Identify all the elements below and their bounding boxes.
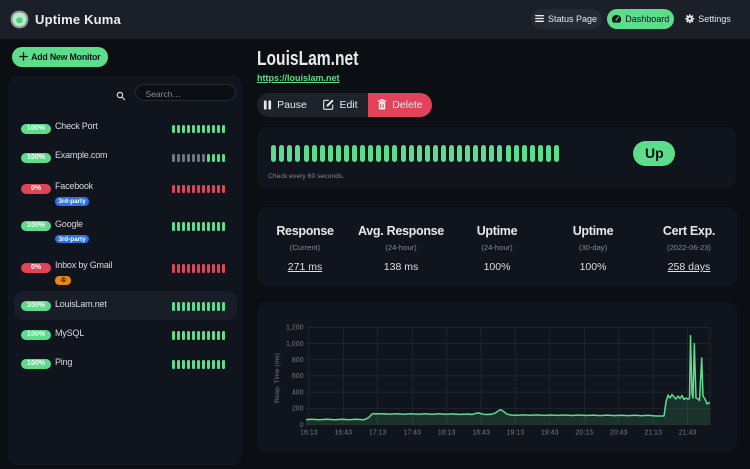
svg-text:1,200: 1,200 (286, 325, 304, 332)
svg-text:17:13: 17:13 (369, 430, 387, 437)
svg-text:18:13: 18:13 (438, 430, 456, 437)
svg-text:0: 0 (300, 422, 304, 429)
svg-text:21:43: 21:43 (679, 430, 697, 437)
svg-text:18:43: 18:43 (472, 430, 490, 437)
svg-text:21:13: 21:13 (644, 430, 662, 437)
svg-text:16:13: 16:13 (300, 430, 318, 437)
svg-text:400: 400 (292, 389, 304, 396)
svg-text:1,000: 1,000 (286, 341, 304, 348)
svg-text:600: 600 (292, 373, 304, 380)
svg-text:19:13: 19:13 (507, 430, 525, 437)
svg-text:800: 800 (292, 357, 304, 364)
svg-text:19:43: 19:43 (541, 430, 559, 437)
svg-text:20:43: 20:43 (610, 430, 628, 437)
svg-text:Resp. Time (ms): Resp. Time (ms) (274, 353, 281, 403)
svg-text:20:13: 20:13 (576, 430, 594, 437)
svg-text:17:43: 17:43 (403, 430, 421, 437)
svg-text:200: 200 (292, 406, 304, 413)
svg-text:16:43: 16:43 (335, 430, 353, 437)
